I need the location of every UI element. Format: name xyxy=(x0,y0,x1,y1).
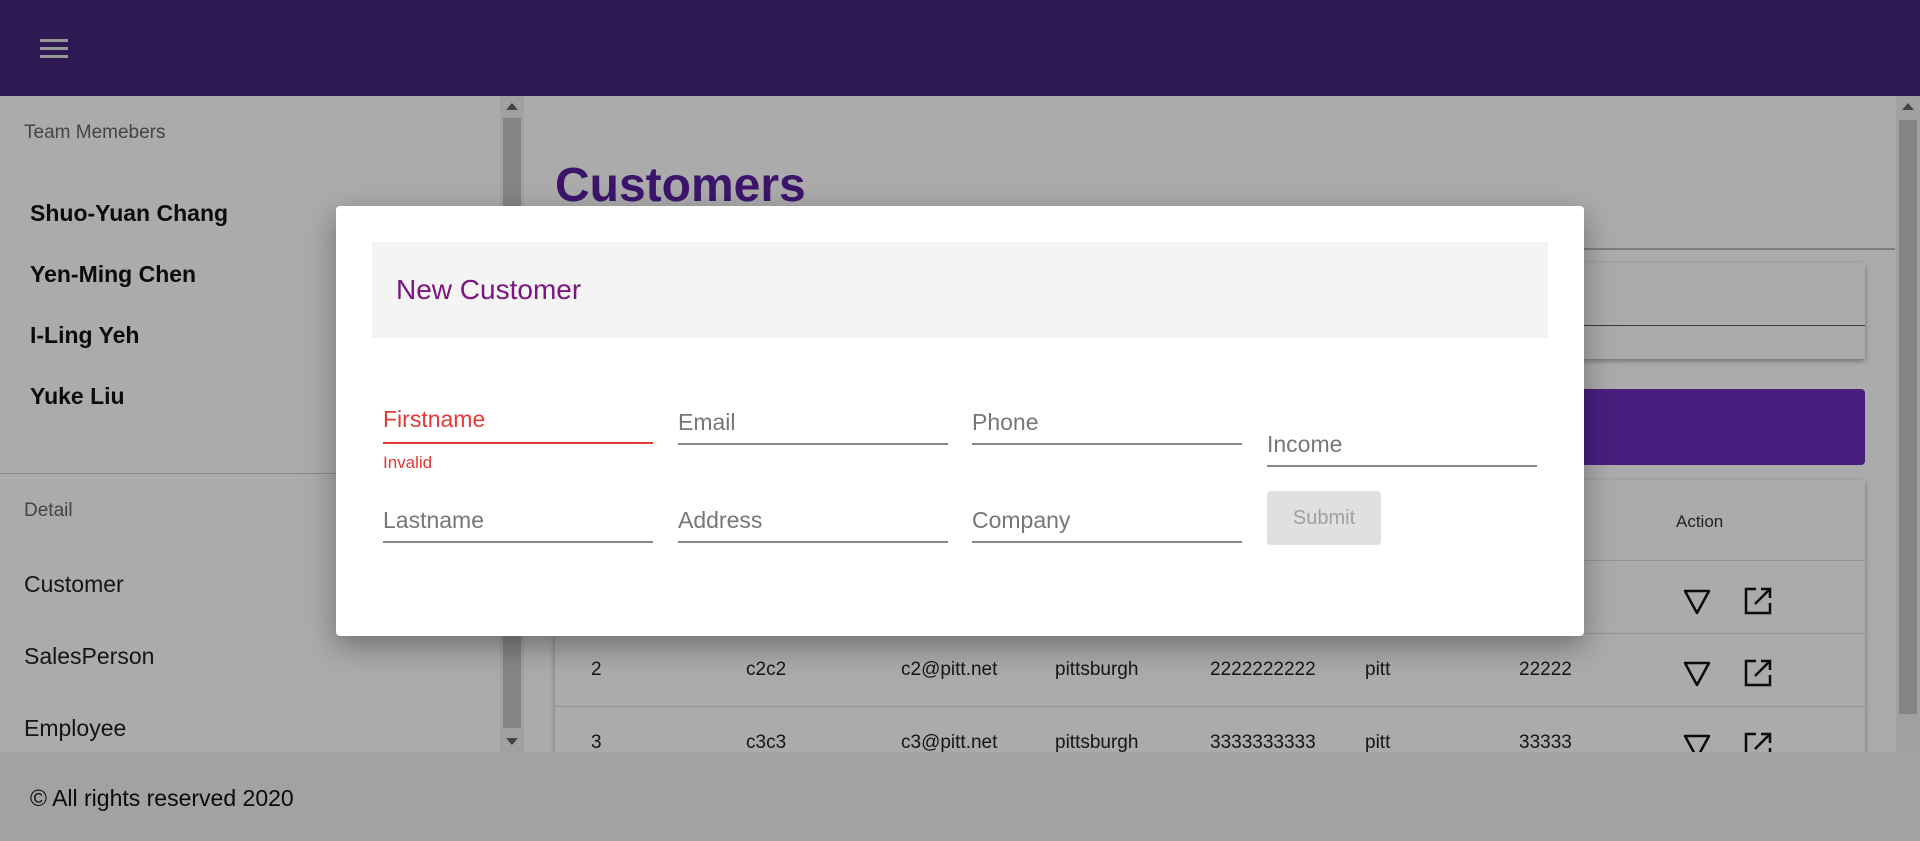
company-field[interactable]: Company xyxy=(972,496,1242,546)
dialog-header: New Customer xyxy=(372,242,1548,338)
firstname-error: Invalid xyxy=(383,453,433,472)
company-label: Company xyxy=(972,507,1071,533)
email-field[interactable]: Email xyxy=(678,398,948,448)
address-field[interactable]: Address xyxy=(678,496,948,546)
submit-button[interactable]: Submit xyxy=(1267,491,1381,545)
firstname-field[interactable]: Firstname Invalid xyxy=(383,398,653,478)
phone-field[interactable]: Phone xyxy=(972,398,1242,448)
address-label: Address xyxy=(678,507,763,533)
new-customer-dialog: New Customer Firstname Invalid Email Pho… xyxy=(336,206,1584,636)
income-label: Income xyxy=(1267,431,1343,457)
email-label: Email xyxy=(678,409,736,435)
lastname-label: Lastname xyxy=(383,507,485,533)
phone-label: Phone xyxy=(972,409,1039,435)
dialog-title: New Customer xyxy=(396,274,582,305)
firstname-label: Firstname xyxy=(383,406,486,432)
lastname-field[interactable]: Lastname xyxy=(383,496,653,546)
income-field[interactable]: Income xyxy=(1267,420,1537,470)
